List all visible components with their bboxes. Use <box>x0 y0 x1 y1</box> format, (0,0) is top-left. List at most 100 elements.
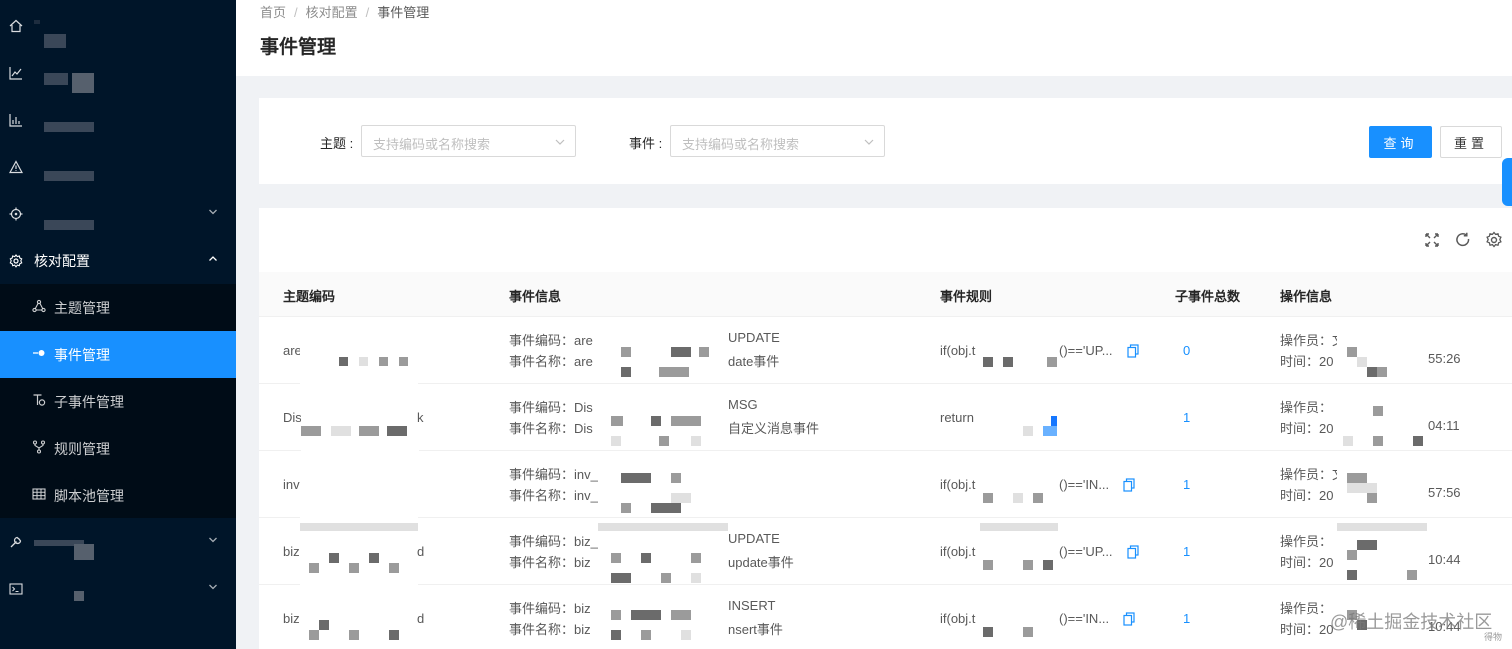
copy-icon[interactable] <box>1123 612 1135 626</box>
copy-icon[interactable] <box>1123 478 1135 492</box>
line-chart-icon <box>8 65 24 81</box>
fork-icon <box>32 440 46 457</box>
event-rule: if(obj.t <box>940 611 976 626</box>
cluster-icon <box>32 299 46 316</box>
event-rule: return <box>940 410 974 425</box>
breadcrumb: 首页 / 核对配置 / 事件管理 <box>260 5 430 20</box>
sidebar-item-stats[interactable] <box>0 96 236 143</box>
event-icon <box>32 346 46 363</box>
sidebar-item-event-manage[interactable]: 事件管理 <box>0 331 236 378</box>
sidebar-item-target[interactable] <box>0 190 236 237</box>
sidebar-item-alert[interactable] <box>0 143 236 190</box>
sub-event-count-link[interactable]: 1 <box>1183 410 1190 425</box>
sub-event-icon <box>32 393 46 410</box>
operate-time-tail: 10:44 <box>1428 552 1461 567</box>
topic-select[interactable]: 支持编码或名称搜索 <box>361 125 576 157</box>
breadcrumb-home[interactable]: 首页 <box>260 5 286 20</box>
sidebar-item-chart[interactable] <box>0 49 236 96</box>
table-row: biz d 事件编码：biz_ 事件名称：biz UPDATE update事件… <box>259 518 1512 585</box>
sidebar-item-home[interactable] <box>0 2 236 49</box>
event-select[interactable]: 支持编码或名称搜索 <box>670 125 885 157</box>
fullscreen-icon[interactable] <box>1423 231 1441 249</box>
event-name-tail: 自定义消息事件 <box>728 421 820 436</box>
event-rule: if(obj.t <box>940 343 976 358</box>
event-name-tail: update事件 <box>728 555 794 570</box>
sub-event-count-link[interactable]: 1 <box>1183 611 1190 626</box>
event-rule-tail: ()=='IN... <box>1059 477 1110 492</box>
tool-icon <box>8 534 24 550</box>
sidebar: 核对配置 主题管理 事件管理 子事件管理 规则管理 脚本池管理 <box>0 0 236 649</box>
column-header-event-rule: 事件规则 <box>940 289 993 304</box>
sidebar-item-label: 脚本池管理 <box>54 487 124 504</box>
column-header-topic-code: 主题编码 <box>283 289 336 304</box>
operate-time: 时间：20 <box>1280 555 1334 570</box>
event-name-tail: date事件 <box>728 354 780 369</box>
copy-icon[interactable] <box>1127 344 1139 358</box>
event-rule-tail: ()=='IN... <box>1059 611 1110 626</box>
event-rule: if(obj.t <box>940 477 976 492</box>
sidebar-item-sub-event-manage[interactable]: 子事件管理 <box>0 378 236 425</box>
sidebar-item-topic-manage[interactable]: 主题管理 <box>0 284 236 331</box>
event-rule-tail: ()=='UP... <box>1059 343 1113 358</box>
topic-code: Dis <box>283 410 302 425</box>
event-rule-tail: ()=='UP... <box>1059 544 1113 559</box>
table-row: biz d 事件编码：biz 事件名称：biz INSERT nsert事件 i… <box>259 585 1512 649</box>
topic-code: are <box>283 343 302 358</box>
table-row: Dis k 事件编码：Dis 事件名称：Dis MSG 自定义消息事件 retu… <box>259 384 1512 451</box>
chevron-down-icon <box>209 209 217 215</box>
chevron-down-icon <box>864 139 874 145</box>
operate-time: 时间：20 <box>1280 622 1334 637</box>
table-icon <box>32 487 46 504</box>
topic-filter-label: 主题 : <box>320 136 354 151</box>
table-header: 主题编码 事件信息 事件规则 子事件总数 操作信息 <box>259 272 1512 317</box>
event-code: 事件编码：biz <box>509 601 591 616</box>
reload-icon[interactable] <box>1454 231 1472 249</box>
sidebar-item-script-pool[interactable]: 脚本池管理 <box>0 472 236 519</box>
operate-time-tail: 57:56 <box>1428 485 1461 500</box>
operate-time-tail: 55:26 <box>1428 351 1461 366</box>
watermark: @稀土掘金技术社区 <box>1330 612 1493 632</box>
event-name: 事件名称：inv_ <box>509 488 598 503</box>
event-filter-label: 事件 : <box>629 136 663 151</box>
event-name: 事件名称：are <box>509 354 593 369</box>
topic-select-placeholder: 支持编码或名称搜索 <box>373 137 491 152</box>
event-code-tail: UPDATE <box>728 531 780 546</box>
column-header-operation-info: 操作信息 <box>1280 289 1333 304</box>
sub-event-count-link[interactable]: 0 <box>1183 343 1190 358</box>
operator: 操作员：文 <box>1280 333 1345 348</box>
event-code: 事件编码：Dis <box>509 400 593 415</box>
sidebar-item-more[interactable] <box>0 565 236 612</box>
event-code-tail: INSERT <box>728 598 776 613</box>
sidebar-item-system-config[interactable] <box>0 518 236 565</box>
sub-event-count-link[interactable]: 1 <box>1183 477 1190 492</box>
column-setting-icon[interactable] <box>1485 231 1503 249</box>
event-code: 事件编码：inv_ <box>509 467 598 482</box>
setting-icon <box>8 253 24 269</box>
event-name-tail: nsert事件 <box>728 622 783 637</box>
column-header-sub-event-count: 子事件总数 <box>1175 289 1241 304</box>
table-card: 主题编码 事件信息 事件规则 子事件总数 操作信息 are 事件编码：are 事… <box>259 208 1512 649</box>
code-icon <box>8 581 24 597</box>
topic-code-tail: d <box>417 611 425 626</box>
sidebar-item-rule-manage[interactable]: 规则管理 <box>0 425 236 472</box>
reset-button[interactable]: 重置 <box>1440 126 1502 158</box>
breadcrumb-parent[interactable]: 核对配置 <box>306 5 358 20</box>
side-drawer-handle[interactable] <box>1502 158 1512 206</box>
sidebar-item-label: 规则管理 <box>54 440 110 457</box>
breadcrumb-current: 事件管理 <box>377 5 430 20</box>
query-button[interactable]: 查询 <box>1369 126 1432 158</box>
aim-icon <box>8 206 24 222</box>
home-icon <box>8 18 24 34</box>
alert-icon <box>8 159 24 175</box>
topic-code: biz <box>283 611 300 626</box>
page-header: 首页 / 核对配置 / 事件管理 事件管理 <box>236 0 1512 76</box>
filter-card: 主题 : 支持编码或名称搜索 事件 : 支持编码或名称搜索 查询 重置 <box>259 98 1512 184</box>
bar-chart-icon <box>8 112 24 128</box>
chevron-up-icon <box>209 256 217 261</box>
copy-icon[interactable] <box>1127 545 1139 559</box>
sidebar-section-check-config[interactable]: 核对配置 <box>0 237 236 284</box>
event-code: 事件编码：are <box>509 333 593 348</box>
sub-event-count-link[interactable]: 1 <box>1183 544 1190 559</box>
operator: 操作员： <box>1280 601 1333 616</box>
event-name: 事件名称：biz <box>509 555 591 570</box>
